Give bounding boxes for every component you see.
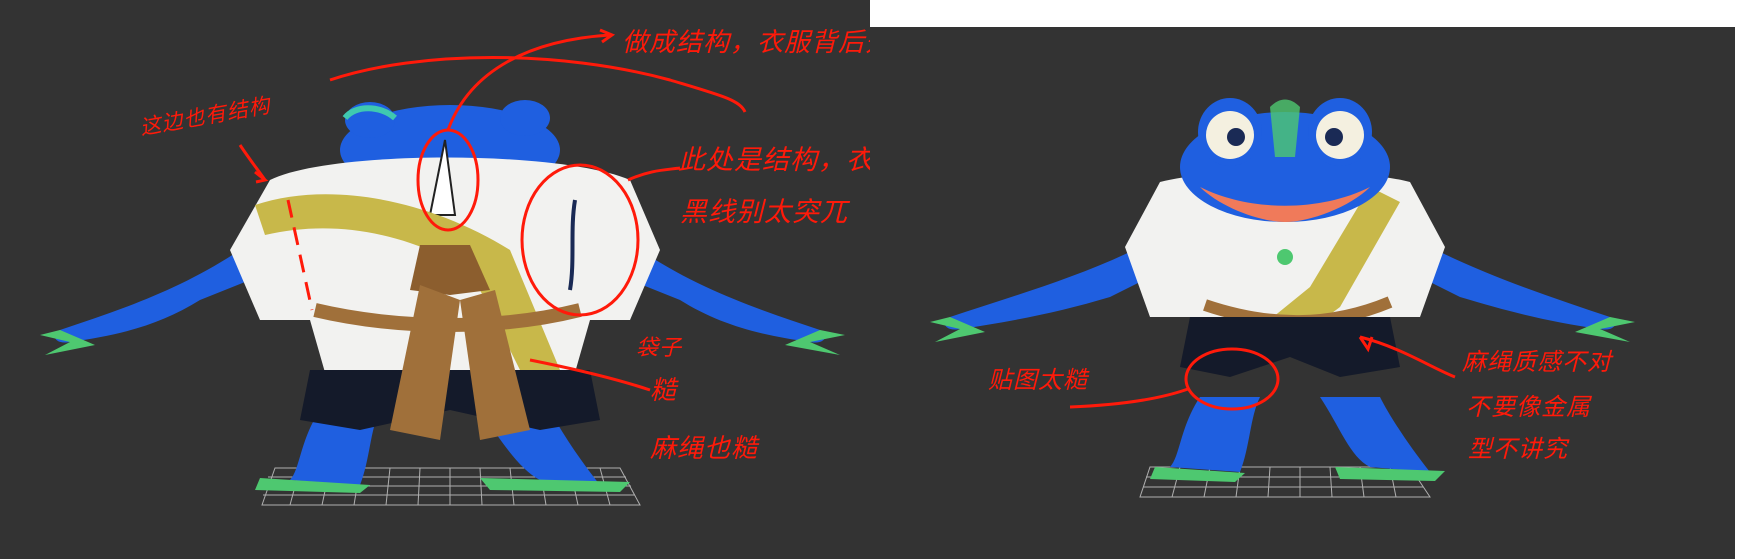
annotation-seam-black-line: 黑线别太突兀	[680, 197, 848, 228]
annotation-belt-line1: 袋子	[636, 336, 683, 361]
annotation-rope-texture-line2: 不要像金属	[1466, 393, 1591, 421]
annotation-rope-rough: 麻绳也糙	[650, 434, 759, 464]
frog-front-illustration	[930, 98, 1635, 498]
viewport-back-view: 做成结构，衣服背后开口子 这边也有结构 此处是结构，衣料缝合处 黑线别太突兀 袋…	[0, 0, 985, 559]
frog-head-front	[1180, 98, 1390, 222]
annotation-rope-texture-line1: 麻绳质感不对	[1462, 348, 1612, 376]
shorts-back	[300, 370, 600, 430]
frog-legs-front	[1150, 397, 1445, 482]
annotation-rope-texture-line3: 型不讲究	[1468, 435, 1568, 463]
annotation-decal-rough: 贴图太糙	[988, 366, 1088, 394]
frog-back-illustration	[40, 28, 845, 506]
viewport-front-view: 贴图太糙 麻绳质感不对 不要像金属 型不讲究	[870, 27, 1735, 559]
annotation-belt-line2: 糙	[650, 376, 678, 406]
